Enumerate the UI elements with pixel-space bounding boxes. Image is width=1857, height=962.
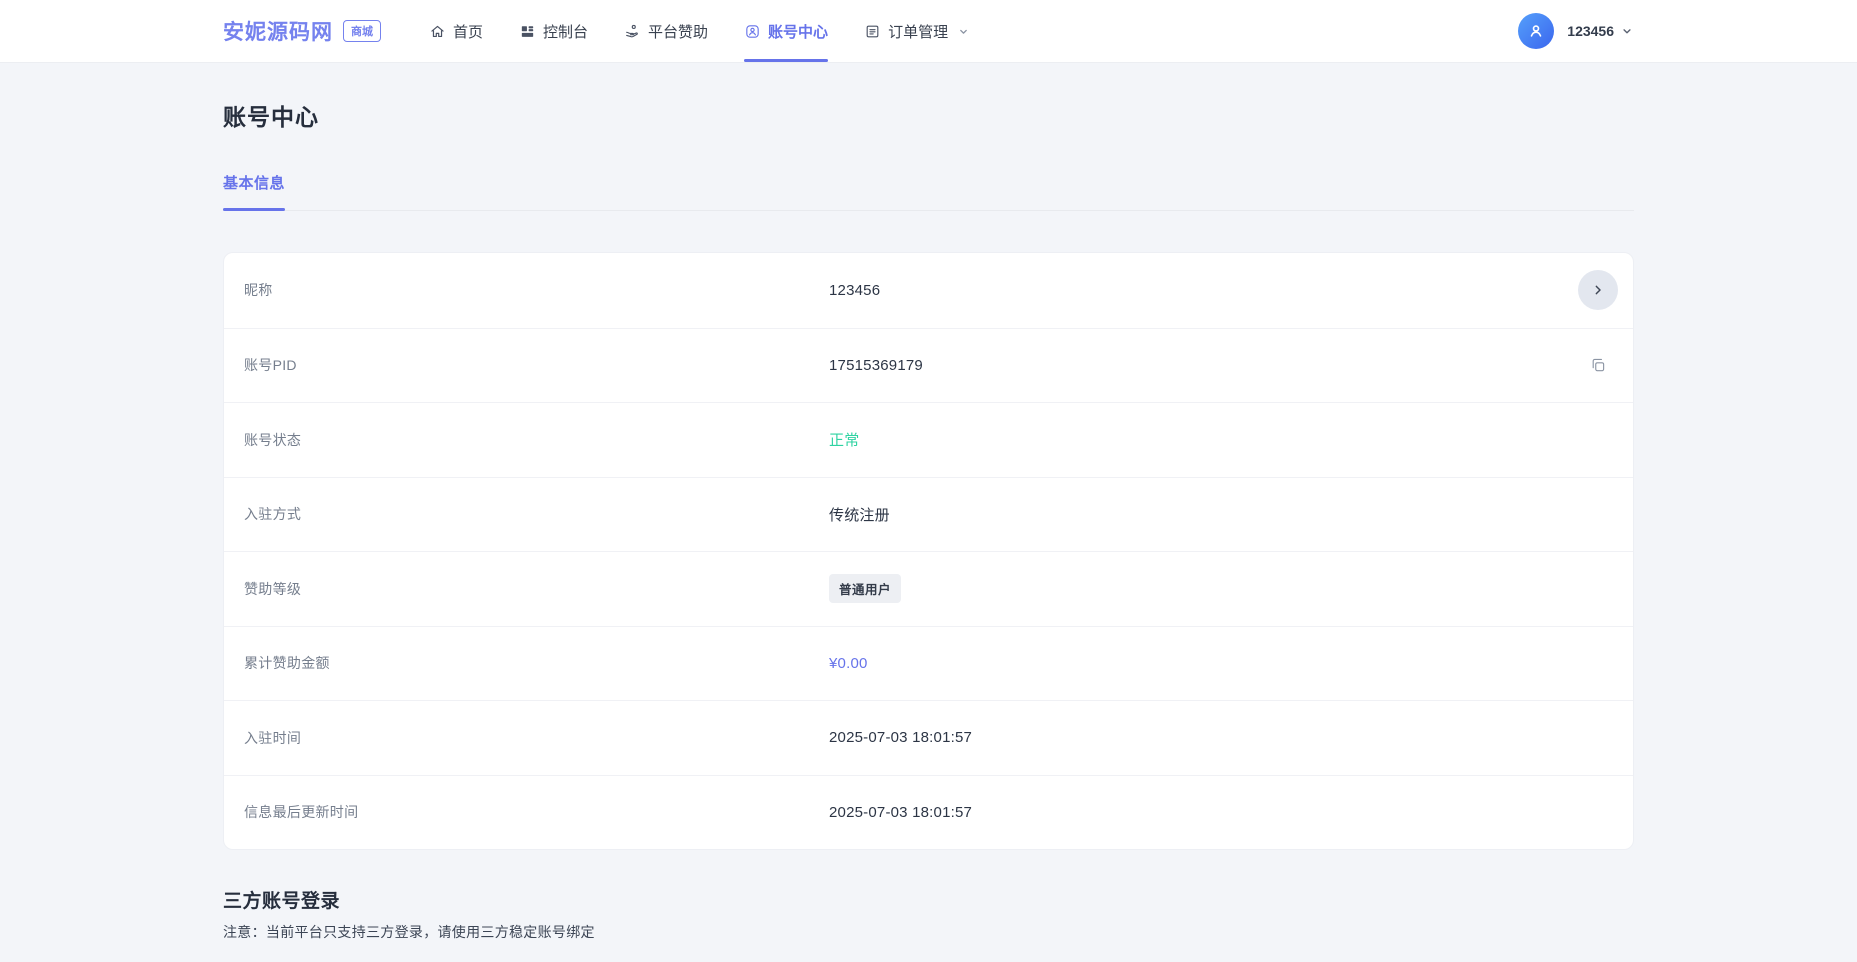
table-row: 昵称 123456: [224, 253, 1633, 328]
user-avatar: [1518, 13, 1554, 49]
copy-button[interactable]: [1589, 356, 1607, 374]
page-title: 账号中心: [223, 98, 1634, 132]
nav-item-account[interactable]: 账号中心: [744, 0, 828, 62]
nav-item-label: 控制台: [543, 21, 588, 42]
site-logo-text: 安妮源码网: [223, 16, 333, 46]
row-label: 账号PID: [224, 355, 297, 375]
row-label: 入驻方式: [224, 504, 301, 524]
row-value: 123456: [829, 282, 880, 299]
table-row: 入驻方式 传统注册: [224, 477, 1633, 552]
copy-icon: [1589, 356, 1607, 374]
nav-item-orders[interactable]: 订单管理: [864, 0, 970, 62]
username-label: 123456: [1567, 23, 1614, 39]
page-content: 账号中心 基本信息 昵称 123456 账号PID 17515369179 账号状态 正常…: [0, 98, 1857, 962]
nav-item-label: 首页: [453, 21, 483, 42]
nav-item-home[interactable]: 首页: [429, 0, 483, 62]
row-label: 赞助等级: [224, 579, 301, 599]
sponsor-icon: [624, 23, 641, 40]
table-row: 累计赞助金额 ¥0.00: [224, 626, 1633, 701]
row-value: 2025-07-03 18:01:57: [829, 804, 972, 821]
main-nav: 首页 控制台 平台赞助 账号中心 订单管理: [429, 0, 1006, 62]
row-value: 普通用户: [829, 574, 901, 603]
basic-info-card: 昵称 123456 账号PID 17515369179 账号状态 正常入驻方式 传统注册赞助…: [223, 252, 1634, 850]
orders-icon: [864, 23, 881, 40]
chevron-down-icon: [1620, 24, 1634, 38]
row-label: 昵称: [224, 280, 273, 300]
row-label: 账号状态: [224, 430, 301, 450]
row-value: 2025-07-03 18:01:57: [829, 729, 972, 746]
row-chevron-button[interactable]: [1578, 270, 1618, 310]
row-value: 正常: [829, 429, 859, 450]
account-icon: [744, 23, 761, 40]
nav-item-sponsor[interactable]: 平台赞助: [624, 0, 708, 62]
console-icon: [519, 23, 536, 40]
nav-item-console[interactable]: 控制台: [519, 0, 588, 62]
table-row: 赞助等级 普通用户: [224, 551, 1633, 626]
person-icon: [1525, 20, 1547, 42]
row-label: 入驻时间: [224, 728, 301, 748]
table-row: 入驻时间 2025-07-03 18:01:57: [224, 700, 1633, 775]
site-logo[interactable]: 安妮源码网 商城: [223, 16, 381, 46]
table-row: 账号PID 17515369179: [224, 328, 1633, 403]
third-party-section-title: 三方账号登录: [223, 886, 1634, 913]
nav-item-label: 账号中心: [768, 21, 828, 42]
third-party-note: 注意：当前平台只支持三方登录，请使用三方稳定账号绑定: [223, 922, 1634, 942]
chevron-down-icon: [957, 25, 970, 38]
nav-item-label: 平台赞助: [648, 21, 708, 42]
table-row: 信息最后更新时间 2025-07-03 18:01:57: [224, 775, 1633, 850]
row-label: 累计赞助金额: [224, 653, 330, 673]
row-value: 传统注册: [829, 504, 890, 525]
chevron-right-icon: [1590, 282, 1606, 298]
user-menu[interactable]: 123456: [1518, 13, 1634, 49]
row-label: 信息最后更新时间: [224, 802, 358, 822]
tab-basic-info[interactable]: 基本信息: [223, 172, 285, 210]
table-row: 账号状态 正常: [224, 402, 1633, 477]
row-value: ¥0.00: [829, 655, 868, 672]
nav-item-label: 订单管理: [888, 21, 948, 42]
tab-bar: 基本信息: [223, 172, 1634, 211]
row-value: 17515369179: [829, 357, 923, 374]
home-icon: [429, 23, 446, 40]
site-logo-badge: 商城: [343, 20, 381, 42]
top-header: 安妮源码网 商城 首页 控制台 平台赞助 账号中心 订单管理 123456: [0, 0, 1857, 63]
